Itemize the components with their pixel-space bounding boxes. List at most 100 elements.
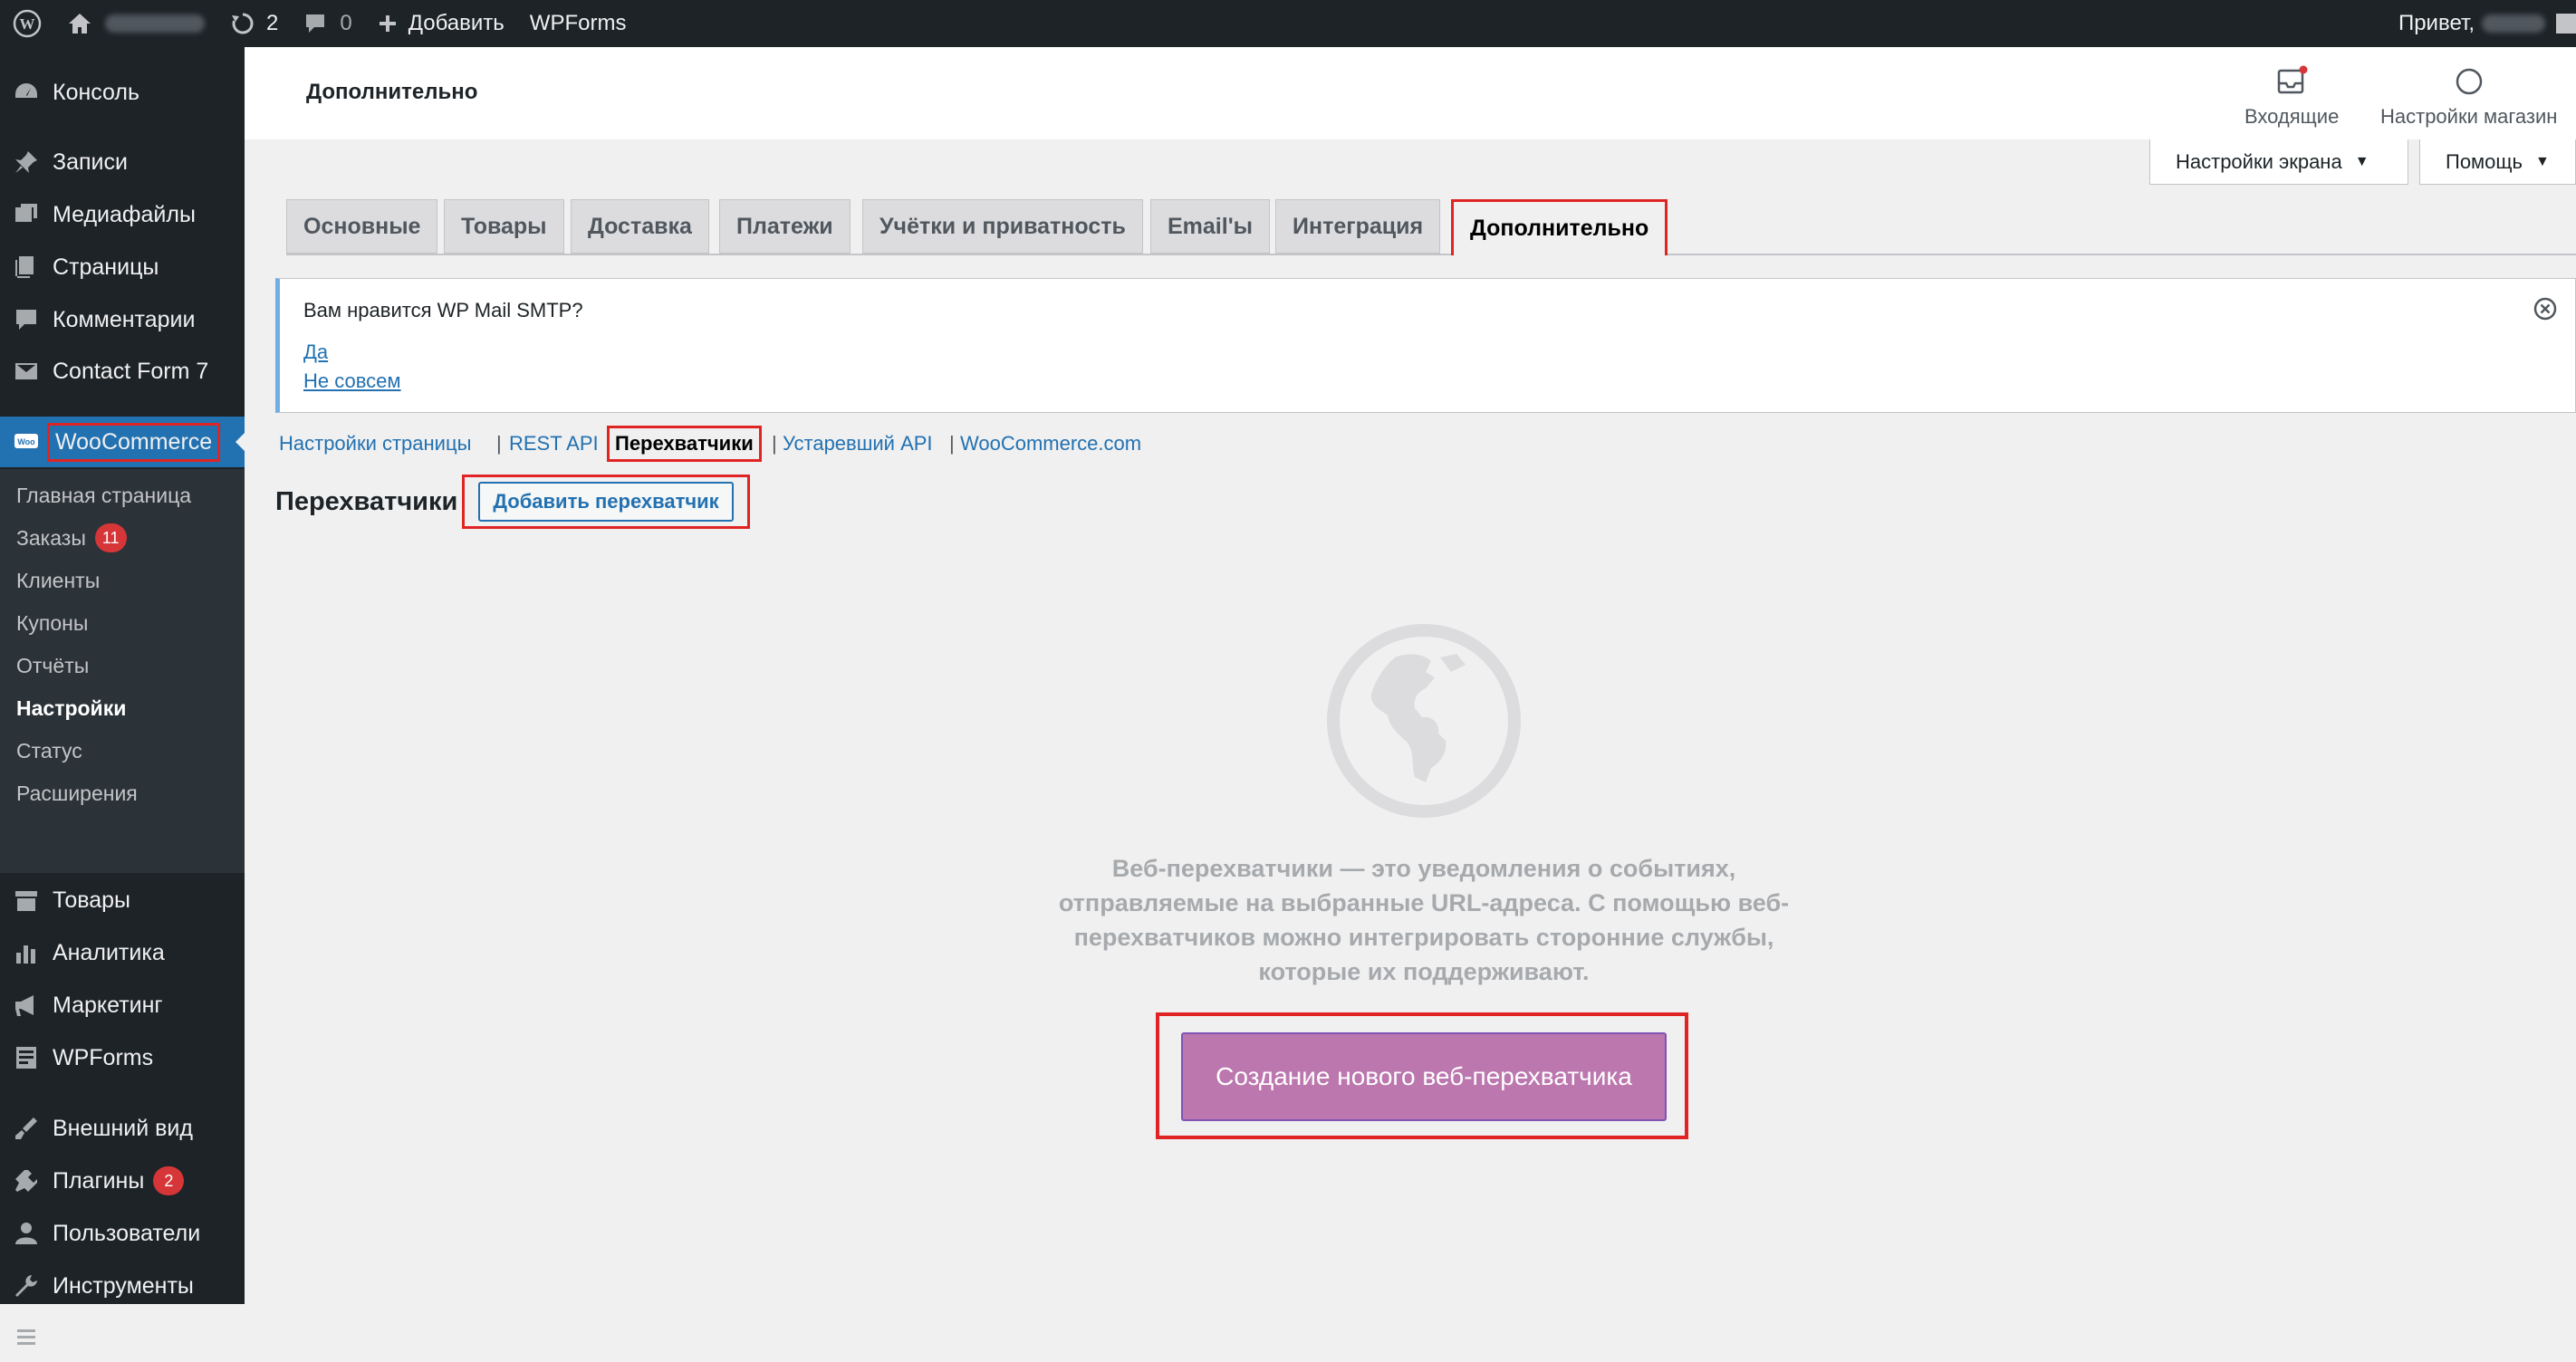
inbox-icon [2277,65,2308,94]
tab-products[interactable]: Товары [444,199,564,254]
sidebar-item-analytics[interactable]: Аналитика [0,927,245,978]
home-icon [69,14,91,34]
notice-question: Вам нравится WP Mail SMTP? [303,299,583,321]
megaphone-icon [11,990,42,1021]
admin-bar: W 2 0 Добавить WPForms Привет, [0,0,2576,47]
circle-progress-icon [2456,68,2482,95]
separator: | [949,432,955,455]
chart-icon [11,937,42,968]
help-button[interactable]: Помощь ▼ [2419,139,2576,185]
empty-state-description: Веб-перехватчики — это уведомления о соб… [1058,855,1790,985]
comments-link[interactable]: 0 [291,0,364,47]
dismiss-icon[interactable] [2533,297,2557,321]
sidebar-item-plugins[interactable]: Плагины 2 [0,1156,245,1206]
globe-icon [1324,621,1523,820]
woocommerce-header: Дополнительно Входящие Настройки магазин [245,47,2576,139]
sidebar-item-products[interactable]: Товары [0,875,245,926]
link-rest-api[interactable]: REST API [509,426,599,462]
add-webhook-button[interactable]: Добавить перехватчик [478,482,734,522]
pin-icon [11,147,42,177]
submenu-item-status[interactable]: Статус [16,739,82,763]
screen-options-button[interactable]: Настройки экрана ▼ [2149,139,2408,185]
submenu-item-orders[interactable]: Заказы 11 [16,523,127,552]
add-new-link[interactable]: Добавить [365,0,517,47]
archive-icon [11,885,42,916]
page-title: Дополнительно [306,80,478,104]
site-name-link[interactable] [54,0,217,47]
caret-down-icon: ▼ [2534,153,2550,169]
admin-sidebar: Консоль Записи Медиафайлы Страницы Комме… [0,47,245,1349]
users-icon [11,1218,42,1249]
tab-accounts-privacy[interactable]: Учётки и приватность [862,199,1143,254]
plugin-icon [11,1165,42,1196]
link-webhooks[interactable]: Перехватчики [607,426,762,462]
updates-link[interactable]: 2 [217,0,291,47]
store-settings-button[interactable]: Настройки магазин [2380,63,2557,129]
username-blurred [2482,14,2545,33]
notice-no-link[interactable]: Не совсем [303,369,401,393]
add-webhook-highlight: Добавить перехватчик [462,475,750,529]
submenu-item-extensions[interactable]: Расширения [16,782,138,806]
wordpress-logo-icon[interactable]: W [0,0,54,47]
tab-general[interactable]: Основные [286,199,438,254]
media-icon [11,199,42,230]
inbox-button[interactable]: Входящие [2244,63,2339,129]
plugins-updates-badge: 2 [153,1166,185,1195]
tab-emails[interactable]: Email'ы [1150,199,1270,254]
sidebar-item-users[interactable]: Пользователи [0,1208,245,1259]
link-legacy-api[interactable]: Устаревший API [783,426,933,462]
sidebar-item-pages[interactable]: Страницы [0,242,245,293]
avatar [2556,14,2576,34]
svg-text:Woo: Woo [17,437,35,446]
pages-icon [11,252,42,283]
svg-text:W: W [20,15,35,33]
add-new-label: Добавить [408,11,505,35]
comment-icon [11,304,42,335]
woo-icon: Woo [11,427,42,457]
submenu-item-customers[interactable]: Клиенты [16,569,100,593]
dashboard-icon [11,77,42,108]
my-account[interactable]: Привет, [2398,0,2576,47]
comments-count: 0 [340,11,352,35]
create-webhook-highlight: Создание нового веб-перехватчика [1156,1012,1688,1139]
plus-icon [379,15,396,32]
sidebar-item-contact-form-7[interactable]: Contact Form 7 [0,346,245,397]
submenu-item-settings[interactable]: Настройки [16,696,126,721]
sidebar-item-media[interactable]: Медиафайлы [0,189,245,240]
updates-count: 2 [266,11,279,35]
wrench-icon [11,1271,42,1301]
site-name-blurred [105,14,205,33]
separator: | [496,432,502,455]
comment-icon [306,14,325,33]
submenu-item-home[interactable]: Главная страница [16,484,191,508]
sidebar-item-appearance[interactable]: Внешний вид [0,1103,245,1154]
submenu-item-coupons[interactable]: Купоны [16,611,88,636]
settings-tabs: Основные Товары Доставка Платежи Учётки … [286,199,2576,255]
sidebar-item-posts[interactable]: Записи [0,137,245,187]
orders-count-badge: 11 [94,523,127,552]
wpforms-link[interactable]: WPForms [517,0,639,47]
greeting-text: Привет, [2398,11,2475,35]
mail-icon [11,356,42,387]
sidebar-item-marketing[interactable]: Маркетинг [0,980,245,1031]
tab-integration[interactable]: Интеграция [1275,199,1441,254]
sidebar-item-wpforms[interactable]: WPForms [0,1032,245,1083]
create-webhook-button[interactable]: Создание нового веб-перехватчика [1181,1032,1667,1121]
tab-advanced[interactable]: Дополнительно [1451,199,1668,255]
wpforms-label: WPForms [529,11,627,35]
woocommerce-submenu: Главная страница Заказы 11 Клиенты Купоны… [0,469,245,873]
submenu-item-reports[interactable]: Отчёты [16,654,89,678]
tab-payments[interactable]: Платежи [719,199,851,254]
brush-icon [11,1113,42,1144]
section-title: Перехватчики [275,487,458,516]
updates-icon [232,13,254,34]
notice-yes-link[interactable]: Да [303,340,328,364]
link-woocommerce-com[interactable]: WooCommerce.com [960,426,1141,462]
sidebar-item-comments[interactable]: Комментарии [0,294,245,345]
sidebar-item-settings[interactable]: Настройки [0,1311,245,1362]
tab-shipping[interactable]: Доставка [571,199,709,254]
wp-mail-smtp-notice: Вам нравится WP Mail SMTP? Да Не совсем [275,278,2576,413]
link-page-setup[interactable]: Настройки страницы [279,426,471,462]
sidebar-item-woocommerce[interactable]: Woo WooCommerce [0,417,245,467]
sidebar-item-dashboard[interactable]: Консоль [0,67,245,118]
